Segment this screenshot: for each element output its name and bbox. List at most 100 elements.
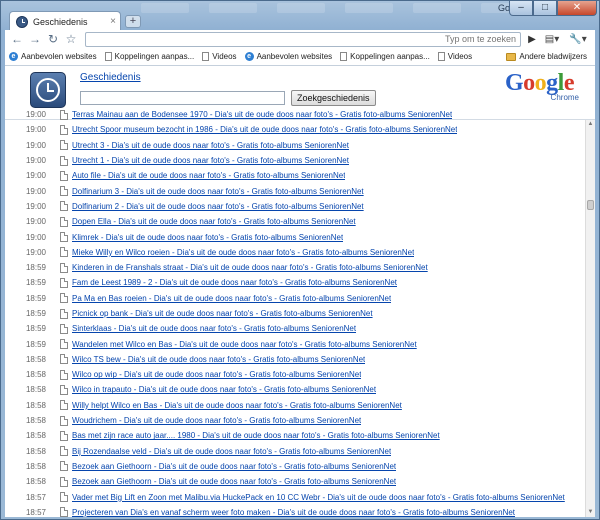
history-row: 19:00 Utrecht 1 - Dia's uit de oude doos …: [5, 153, 585, 168]
go-button[interactable]: ▶: [525, 34, 539, 45]
history-row: 19:00 Utrecht Spoor museum bezocht in 198…: [5, 122, 585, 137]
history-row: 19:00 Klimrek - Dia's uit de oude doos na…: [5, 229, 585, 244]
history-clock-icon: [30, 72, 66, 108]
history-link[interactable]: Bas met zijn race auto jaar.... 1980 - D…: [72, 431, 440, 440]
visit-time: 18:59: [25, 293, 46, 303]
bookmark-item[interactable]: Koppelingen aanpas...: [340, 52, 430, 61]
page-icon: [340, 52, 348, 61]
page-icon: [60, 262, 68, 273]
history-link[interactable]: Bezoek aan Giethoorn - Dia's uit de oude…: [72, 462, 396, 471]
scroll-up-icon[interactable]: ▲: [586, 120, 595, 129]
history-link[interactable]: Auto file - Dia's uit de oude doos naar …: [72, 171, 345, 180]
tab-title: Geschiedenis: [33, 16, 88, 27]
history-row: 18:58 Willy helpt Wilco en Bas - Dia's ui…: [5, 398, 585, 413]
bookmark-label: Videos: [447, 52, 473, 61]
page-icon: [60, 430, 68, 441]
page-icon: [60, 124, 68, 135]
visit-time: 19:00: [25, 247, 46, 257]
omnibox[interactable]: [85, 31, 521, 47]
history-link[interactable]: Fam de Leest 1989 - 2 - Dia's uit de oud…: [72, 278, 397, 287]
page-icon: [60, 369, 68, 380]
scroll-down-icon[interactable]: ▼: [586, 508, 595, 517]
history-row: 18:58 Bas met zijn race auto jaar.... 198…: [5, 428, 585, 443]
visit-time: 19:00: [25, 232, 46, 242]
back-button[interactable]: ←: [9, 31, 25, 47]
history-link[interactable]: Terras Mainau aan de Bodensee 1970 - Dia…: [72, 110, 452, 119]
page-icon: [60, 446, 68, 457]
logo-letter: o: [523, 70, 535, 96]
history-list: 19:00 Terras Mainau aan de Bodensee 1970 …: [5, 107, 585, 517]
history-link[interactable]: Willy helpt Wilco en Bas - Dia's uit de …: [72, 401, 402, 410]
visit-time: 19:00: [25, 217, 46, 227]
history-link[interactable]: Wandelen met Wilco en Bas - Dia's uit de…: [72, 340, 417, 349]
browser-window: Google – □ ✕ Geschiedenis × + ← → ↻ ☆ ▶ …: [0, 0, 600, 520]
visit-time: 19:00: [25, 156, 46, 166]
tab-history[interactable]: Geschiedenis ×: [9, 11, 121, 31]
clock-icon: [16, 15, 28, 28]
history-row: 19:00 Utrecht 3 - Dia's uit de oude doos …: [5, 138, 585, 153]
forward-button[interactable]: →: [27, 31, 43, 47]
tab-close-icon[interactable]: ×: [106, 16, 120, 27]
page-menu-button[interactable]: ▤▾: [539, 34, 565, 45]
omnibox-input[interactable]: [86, 34, 516, 44]
history-link[interactable]: Sinterklaas - Dia's uit de oude doos naa…: [72, 324, 356, 333]
visit-time: 19:00: [25, 110, 46, 120]
history-search-input[interactable]: [80, 91, 285, 105]
history-row: 18:58 Bezoek aan Giethoorn - Dia's uit de…: [5, 459, 585, 474]
visit-time: 18:58: [25, 354, 46, 364]
history-link[interactable]: Dopen Ella - Dia's uit de oude doos naar…: [72, 217, 356, 226]
page-icon: [60, 507, 68, 517]
history-link[interactable]: Mieke Willy en Wilco roeien - Dia's uit …: [72, 248, 414, 257]
bookmark-item[interactable]: Koppelingen aanpas...: [104, 52, 194, 61]
history-link[interactable]: Pa Ma en Bas roeien - Dia's uit de oude …: [72, 294, 391, 303]
history-link[interactable]: Dolfinarium 3 - Dia's uit de oude doos n…: [72, 187, 364, 196]
page-icon: [60, 293, 68, 304]
bookmark-item[interactable]: Videos: [202, 52, 237, 61]
history-link[interactable]: Wilco in trapauto - Dia's uit de oude do…: [72, 385, 376, 394]
page-icon: [60, 384, 68, 395]
ie-icon: e: [9, 52, 18, 61]
history-link[interactable]: Bezoek aan Giethoorn - Dia's uit de oude…: [72, 477, 396, 486]
bookmark-item[interactable]: e Aanbevolen websites: [244, 52, 332, 61]
history-link[interactable]: Utrecht Spoor museum bezocht in 1986 - D…: [72, 125, 457, 134]
history-row: 18:59 Pa Ma en Bas roeien - Dia's uit de …: [5, 291, 585, 306]
logo-letter: o: [534, 70, 547, 96]
wrench-menu-icon[interactable]: 🔧▾: [565, 34, 591, 45]
visit-time: 19:00: [25, 186, 46, 196]
visit-time: 18:57: [25, 492, 46, 502]
ie-icon: e: [244, 52, 254, 61]
history-link[interactable]: Projecteren van Dia's en vanaf scherm we…: [72, 508, 515, 517]
page-icon: [60, 400, 68, 411]
visit-time: 18:59: [25, 278, 46, 288]
reload-button[interactable]: ↻: [45, 31, 61, 47]
history-link[interactable]: Wilco TS bew - Dia's uit de oude doos na…: [72, 355, 365, 364]
history-link[interactable]: Kinderen in de Franshals straat - Dia's …: [72, 263, 428, 272]
bookmark-item[interactable]: e Aanbevolen websites: [9, 52, 97, 61]
history-link[interactable]: Klimrek - Dia's uit de oude doos naar fo…: [72, 233, 343, 242]
bookmark-star-icon[interactable]: ☆: [63, 31, 79, 47]
history-link[interactable]: Vader met Big Lift en Zoon met Malibu.vi…: [72, 493, 565, 502]
clock-face: [36, 78, 60, 102]
history-link[interactable]: Dolfinarium 2 - Dia's uit de oude doos n…: [72, 202, 364, 211]
toolbar: ← → ↻ ☆ ▶ ▤▾ 🔧▾: [5, 30, 595, 48]
vertical-scrollbar[interactable]: ▲ ▼: [585, 120, 595, 517]
page-icon: [60, 415, 68, 426]
page-title[interactable]: Geschiedenis: [80, 72, 141, 83]
history-link[interactable]: Utrecht 1 - Dia's uit de oude doos naar …: [72, 156, 349, 165]
bookmark-item[interactable]: Videos: [437, 52, 473, 61]
history-row: 18:58 Wilco TS bew - Dia's uit de oude do…: [5, 352, 585, 367]
history-link[interactable]: Picnick op bank - Dia's uit de oude doos…: [72, 309, 373, 318]
history-link[interactable]: Wilco op wip - Dia's uit de oude doos na…: [72, 370, 361, 379]
page-icon: [60, 492, 68, 503]
search-history-button[interactable]: Zoekgeschiedenis: [291, 90, 376, 106]
visit-time: 18:58: [25, 446, 46, 456]
history-link[interactable]: Woudrichem - Dia's uit de oude doos naar…: [72, 416, 361, 425]
new-tab-button[interactable]: +: [125, 15, 141, 28]
visit-time: 18:58: [25, 385, 46, 395]
other-bookmarks-label: Andere bladwijzers: [519, 52, 587, 61]
visit-time: 18:59: [25, 263, 46, 273]
scrollbar-thumb[interactable]: [587, 200, 594, 210]
other-bookmarks-button[interactable]: Andere bladwijzers: [506, 52, 587, 61]
history-link[interactable]: Utrecht 3 - Dia's uit de oude doos naar …: [72, 141, 349, 150]
history-link[interactable]: Bij Rozendaalse veld - Dia's uit de oude…: [72, 447, 391, 456]
